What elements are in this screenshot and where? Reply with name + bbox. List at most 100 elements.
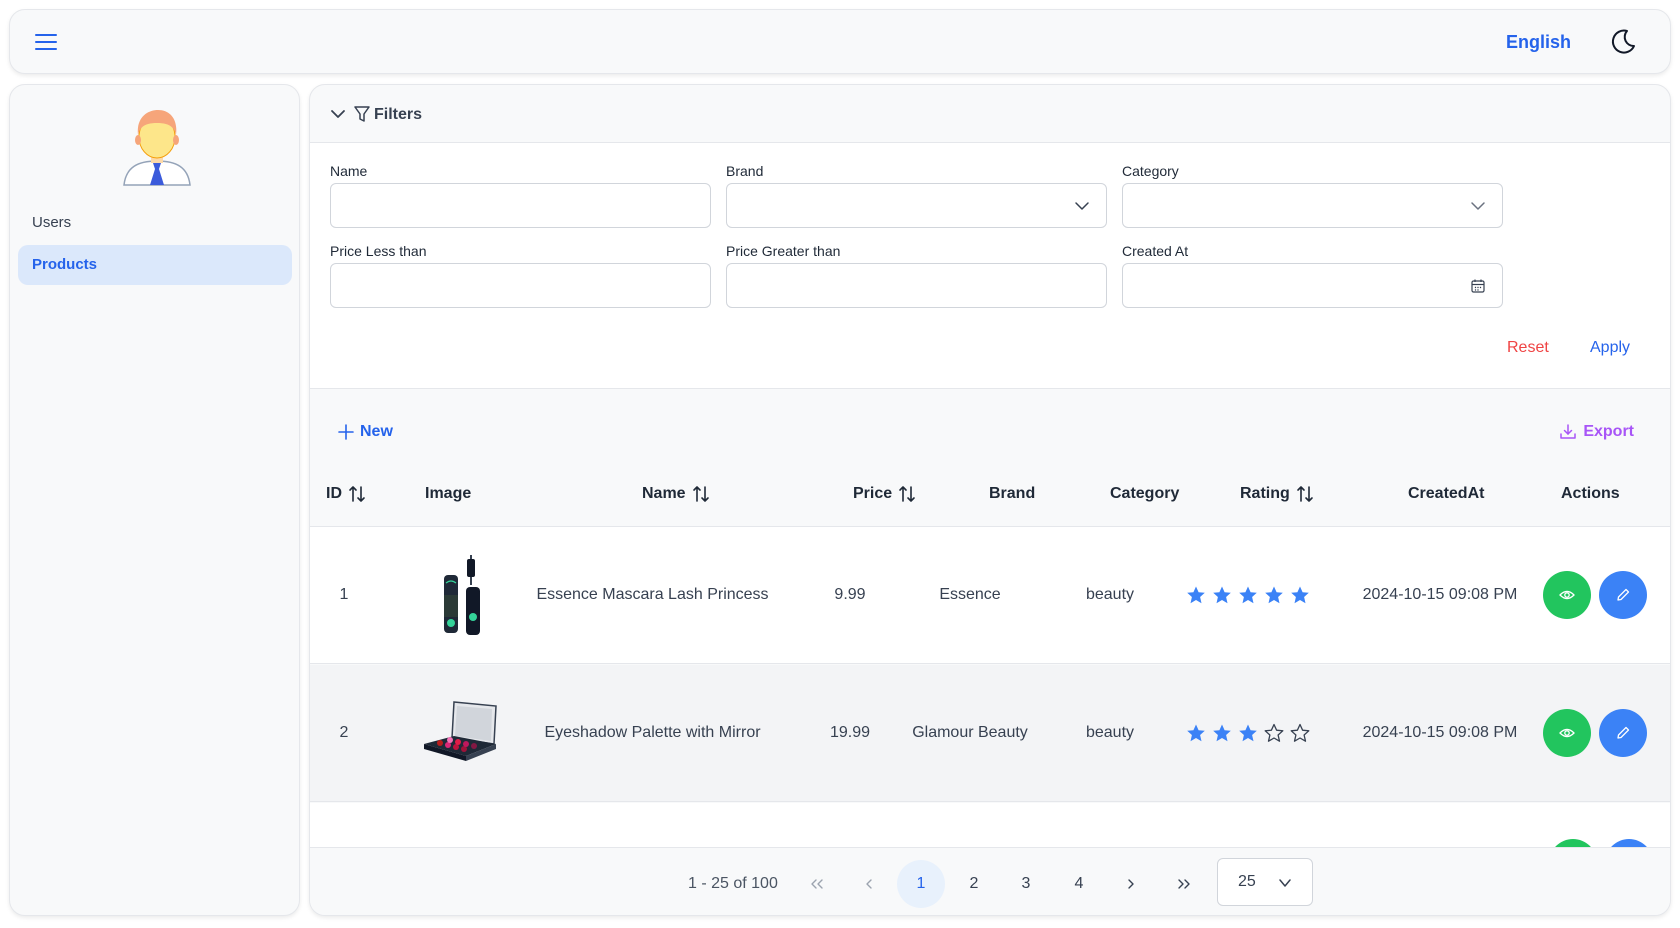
hamburger-menu-icon[interactable] (34, 30, 62, 54)
table-row[interactable]: 2 Eyeshadow Palette with Mirror 19.99 Gl… (310, 665, 1670, 802)
page-button-2[interactable]: 2 (950, 860, 998, 908)
user-avatar (123, 110, 191, 186)
product-image (405, 665, 515, 801)
filters-header[interactable]: Filters (310, 85, 1670, 143)
cell-actions (1525, 665, 1665, 801)
sidebar-item-label: Products (32, 256, 98, 273)
export-button[interactable]: Export (1559, 423, 1634, 441)
column-header-label: Rating (1240, 485, 1290, 502)
cell-price: 19.99 (829, 724, 871, 741)
page-size-select[interactable]: 25 (1217, 858, 1313, 906)
category-label: Category (1122, 163, 1179, 179)
brand-select[interactable] (726, 183, 1107, 228)
table-row[interactable]: 1 Essence Mascara Lash Princess 9.99 Ess… (310, 527, 1670, 664)
cell-actions (1525, 527, 1665, 663)
table-row[interactable] (310, 803, 1670, 887)
apply-button[interactable]: Apply (1590, 339, 1630, 357)
column-header-created-at: CreatedAt (1408, 485, 1484, 503)
sort-icon[interactable] (1296, 485, 1314, 503)
star-filled-icon (1212, 724, 1231, 742)
pencil-icon (1617, 726, 1630, 739)
column-header-price: Price (853, 485, 916, 503)
page-size-value: 25 (1238, 873, 1256, 890)
pagination-info: 1 - 25 of 100 (688, 875, 778, 892)
language-selector[interactable]: English (1506, 32, 1571, 53)
new-button-label: New (360, 423, 393, 440)
double-chevron-right-icon (1178, 879, 1190, 889)
star-filled-icon (1264, 586, 1283, 604)
column-header-name: Name (642, 485, 710, 503)
column-header-label: Image (425, 485, 472, 502)
cell-rating (1180, 527, 1315, 663)
cell-brand: Glamour Beauty (912, 724, 1028, 741)
filter-icon (354, 106, 370, 122)
sidebar-item-products[interactable]: Products (18, 245, 292, 285)
column-header-label: Brand (989, 485, 1036, 502)
price-greater-than-label: Price Greater than (726, 243, 841, 259)
edit-button[interactable] (1599, 571, 1647, 619)
reset-button[interactable]: Reset (1507, 339, 1549, 357)
page-button-4[interactable]: 4 (1055, 860, 1103, 908)
created-at-label: Created At (1122, 243, 1189, 259)
rating-stars (1186, 585, 1310, 605)
view-button[interactable] (1543, 571, 1591, 619)
filters-body: Name Brand Category Price Less than Pric… (310, 143, 1670, 389)
cell-category: beauty (1085, 724, 1135, 741)
column-header-brand: Brand (989, 485, 1035, 503)
moon-icon[interactable] (1607, 27, 1637, 57)
price-less-than-input[interactable] (330, 263, 711, 308)
chevron-left-icon (866, 879, 872, 889)
column-header-image: Image (425, 485, 471, 503)
sort-icon[interactable] (898, 485, 916, 503)
star-filled-icon (1212, 586, 1231, 604)
cell-name: Essence Mascara Lash Princess (536, 586, 769, 603)
price-greater-than-input[interactable] (726, 263, 1107, 308)
prev-page-button[interactable] (845, 860, 893, 908)
star-empty-icon (1290, 723, 1309, 742)
column-header-category: Category (1110, 485, 1179, 503)
eye-icon (1559, 728, 1575, 738)
pagination: 1 - 25 of 100 1 2 3 4 25 (310, 847, 1670, 915)
cell-price: 9.99 (834, 586, 866, 603)
page-button-3[interactable]: 3 (1002, 860, 1050, 908)
category-select[interactable] (1122, 183, 1503, 228)
page-button-1[interactable]: 1 (897, 860, 945, 908)
view-button[interactable] (1543, 709, 1591, 757)
column-header-label: Category (1110, 485, 1180, 502)
column-header-label: Actions (1561, 485, 1620, 502)
column-header-label: ID (326, 485, 342, 502)
sort-icon[interactable] (692, 485, 710, 503)
star-filled-icon (1290, 586, 1309, 604)
chevron-down-icon[interactable] (330, 106, 346, 122)
edit-button[interactable] (1599, 709, 1647, 757)
sidebar-item-label: Users (32, 214, 72, 231)
created-at-datepicker[interactable] (1122, 263, 1503, 308)
download-icon (1560, 424, 1577, 439)
chevron-down-icon (1279, 879, 1291, 887)
main-panel: Filters Name Brand Category Price Less t… (309, 84, 1671, 916)
cell-created-at: 2024-10-15 09:08 PM (1362, 724, 1518, 741)
product-image (405, 527, 515, 663)
export-button-label: Export (1583, 423, 1634, 440)
star-filled-icon (1238, 724, 1257, 742)
column-header-label: CreatedAt (1408, 485, 1485, 502)
cell-brand: Essence (939, 586, 1001, 603)
cell-name: Eyeshadow Palette with Mirror (544, 724, 761, 741)
price-less-than-label: Price Less than (330, 243, 427, 259)
next-page-button[interactable] (1107, 860, 1155, 908)
chevron-down-icon (1471, 202, 1485, 210)
name-input[interactable] (330, 183, 711, 228)
filters-title: Filters (374, 106, 423, 123)
sidebar-item-users[interactable]: Users (18, 203, 292, 243)
eye-icon (1559, 590, 1575, 600)
name-label: Name (330, 163, 368, 179)
first-page-button[interactable] (793, 860, 841, 908)
cell-id: 1 (339, 586, 349, 603)
last-page-button[interactable] (1160, 860, 1208, 908)
chevron-down-icon (1075, 202, 1089, 210)
sort-icon[interactable] (348, 485, 366, 503)
calendar-icon[interactable] (1470, 278, 1486, 294)
column-header-actions: Actions (1561, 485, 1620, 503)
new-button[interactable]: New (338, 423, 393, 441)
mascara-image (444, 555, 480, 635)
